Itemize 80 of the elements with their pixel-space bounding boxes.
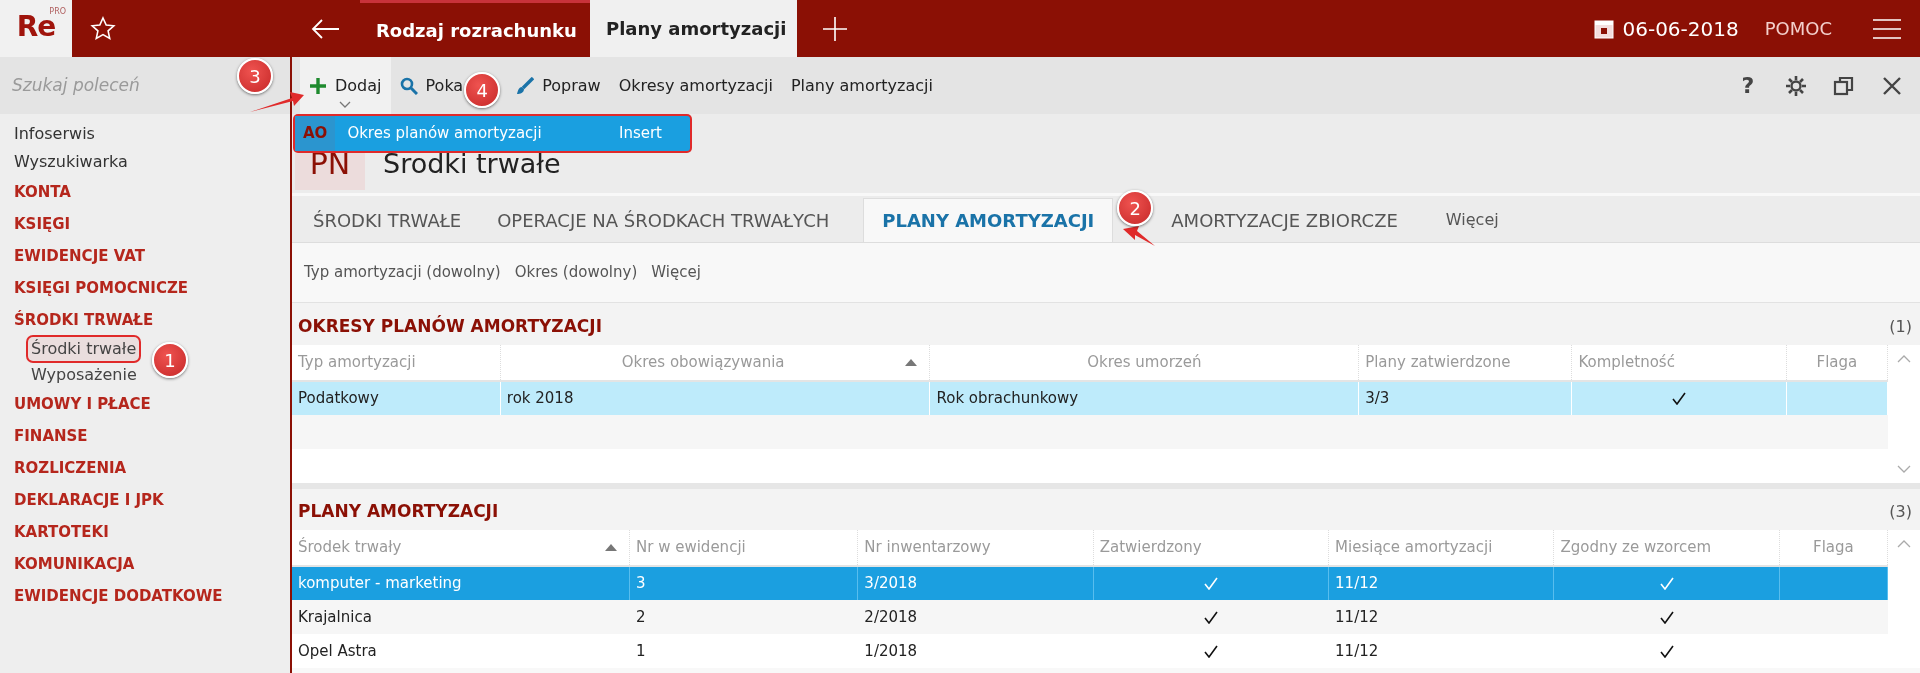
sidebar-section[interactable]: DEKLARACJE I JPK — [14, 491, 164, 509]
filter-link[interactable]: Więcej — [651, 261, 701, 284]
table-cell: 3 — [636, 574, 646, 593]
sidebar-item[interactable]: Wyszukiwarka — [14, 152, 128, 171]
search-icon — [399, 76, 418, 95]
table-cell: 11/12 — [1335, 574, 1379, 593]
sidebar-section[interactable]: FINANSE — [14, 427, 88, 445]
menu-item-badge: AO — [295, 116, 336, 151]
table-cell: 11/12 — [1335, 607, 1379, 626]
tab[interactable]: ŚRODKI TRWAŁE — [295, 198, 480, 242]
table-cell: 1 — [636, 641, 646, 660]
column-header[interactable]: Środek trwały — [298, 536, 402, 559]
table-cell: Rok obrachunkowy — [936, 389, 1079, 408]
filter-link[interactable]: Typ amortyzacji (dowolny) — [304, 261, 501, 284]
tab[interactable]: Plany amortyzacji — [590, 0, 797, 57]
column-header[interactable]: Plany zatwierdzone — [1365, 351, 1511, 374]
toolbar-button[interactable]: Okresy amortyzacji — [609, 57, 782, 114]
column-header[interactable]: Nr w ewidencji — [636, 536, 746, 559]
table-cell: 11/12 — [1335, 641, 1379, 660]
table-cell: 3/3 — [1365, 389, 1390, 408]
plus-icon — [309, 76, 327, 95]
sidebar-section[interactable]: EWIDENCJE VAT — [14, 247, 145, 265]
table-cell: 2 — [636, 607, 646, 626]
menu-item[interactable]: AO Okres planów amortyzacji Insert — [295, 116, 690, 151]
table-cell: Podatkowy — [298, 389, 379, 408]
close-icon[interactable] — [1881, 74, 1903, 97]
sidebar-section[interactable]: KSIĘGI — [14, 215, 71, 233]
date-text: 06-06-2018 — [1622, 15, 1739, 43]
column-header[interactable]: Flaga — [1813, 536, 1854, 559]
sidebar-item[interactable]: Wyposażenie — [28, 363, 140, 387]
restore-icon[interactable] — [1833, 74, 1855, 97]
tab[interactable]: PLANY AMORTYZACJI — [863, 198, 1114, 242]
table-cell: Opel Astra — [298, 641, 377, 660]
help-link[interactable]: POMOC — [1764, 15, 1832, 42]
help-button[interactable]: ? — [1728, 65, 1768, 106]
brush-icon — [516, 76, 535, 95]
settings-icon[interactable] — [1785, 74, 1807, 97]
column-header[interactable]: Okres umorzeń — [1087, 351, 1202, 374]
column-header[interactable]: Nr inwentarzowy — [864, 536, 991, 559]
table-cell: Krajalnica — [298, 607, 372, 626]
star-icon[interactable] — [90, 15, 116, 42]
logo-superscript: PRO — [49, 6, 66, 16]
sidebar-section[interactable]: KONTA — [14, 183, 71, 201]
toolbar-button[interactable]: Popraw — [507, 57, 610, 114]
section-title: PLANY AMORTYZACJI — [298, 499, 499, 523]
menu-icon[interactable] — [1872, 17, 1902, 40]
sidebar-item[interactable]: Infoserwis — [14, 124, 95, 143]
back-icon[interactable] — [310, 17, 340, 40]
column-header[interactable]: Typ amortyzacji — [298, 351, 416, 374]
sidebar-section[interactable]: ŚRODKI TRWAŁE — [14, 311, 154, 329]
sidebar-section[interactable]: KARTOTEKI — [14, 523, 109, 541]
section-title: OKRESY PLANÓW AMORTYZACJI — [298, 314, 602, 338]
table-cell: 1/2018 — [864, 641, 918, 660]
row-count: (3) — [1889, 501, 1912, 523]
column-header[interactable]: Zatwierdzony — [1099, 536, 1202, 559]
add-tab-icon[interactable] — [822, 15, 848, 42]
table-cell: rok 2018 — [506, 389, 574, 408]
toolbar-button[interactable]: Dodaj — [300, 57, 391, 114]
sidebar-section[interactable]: UMOWY I PŁACE — [14, 395, 151, 413]
sidebar-item[interactable]: Środki trwałe — [28, 337, 140, 361]
row-count: (1) — [1889, 316, 1912, 338]
sidebar-section[interactable]: KSIĘGI POMOCNICZE — [14, 279, 189, 297]
column-header[interactable]: Okres obowiązywania — [621, 351, 785, 374]
table-cell: 3/2018 — [864, 574, 918, 593]
table-cell: 2/2018 — [864, 607, 918, 626]
calendar-icon[interactable] — [1594, 18, 1615, 39]
sidebar-section[interactable]: EWIDENCJE DODATKOWE — [14, 587, 223, 605]
toolbar-button[interactable]: Plany amortyzacji — [781, 57, 942, 114]
sidebar-section[interactable]: ROZLICZENIA — [14, 459, 127, 477]
search-input[interactable]: Szukaj poleceń — [10, 71, 240, 100]
table-cell: komputer - marketing — [298, 574, 462, 593]
column-header[interactable]: Kompletność — [1578, 351, 1675, 374]
shortcut-text: Insert — [618, 123, 662, 145]
tab[interactable]: OPERACJE NA ŚRODKACH TRWAŁYCH — [479, 198, 848, 242]
column-header[interactable]: Zgodny ze wzorcem — [1560, 536, 1712, 559]
filter-link[interactable]: Okres (dowolny) — [514, 261, 638, 284]
column-header[interactable]: Miesiące amortyzacji — [1335, 536, 1493, 559]
column-header[interactable]: Flaga — [1816, 351, 1858, 374]
sidebar-section[interactable]: KOMUNIKACJA — [14, 555, 135, 573]
tab[interactable]: Więcej — [1427, 198, 1517, 242]
